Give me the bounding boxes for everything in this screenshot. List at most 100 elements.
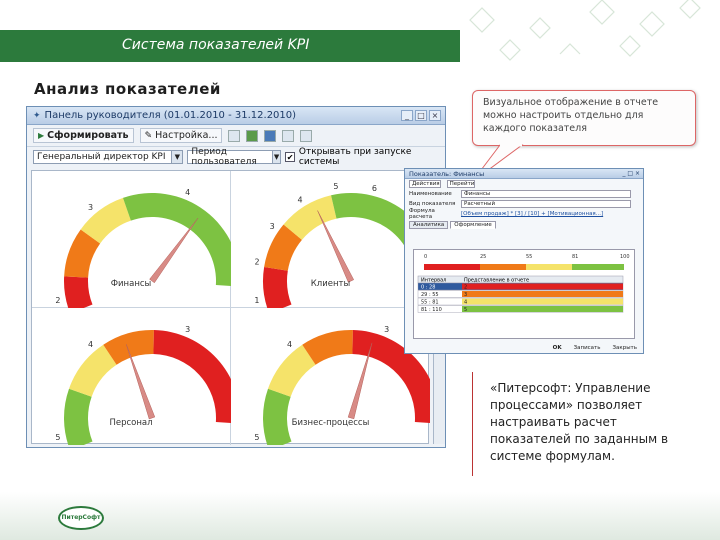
gauge-label: Клиенты [310, 279, 351, 289]
gauge-scale-label: 5 [333, 182, 338, 191]
indicator-window-title: Показатель: Финансы [409, 170, 485, 178]
close-button[interactable]: Закрыть [611, 345, 640, 351]
generate-button[interactable]: ▶ Сформировать [33, 128, 134, 143]
table-repr-cell: 4 [464, 300, 467, 306]
chevron-down-icon: ▼ [171, 151, 183, 163]
print-icon[interactable] [228, 129, 241, 142]
minimize-button[interactable]: _ [401, 110, 413, 121]
indicator-window-titlebar: Показатель: Финансы _ □ × [405, 169, 643, 179]
window-title: Панель руководителя (01.01.2010 - 31.12.… [44, 110, 297, 121]
period-select[interactable]: Период пользователя ▼ [187, 147, 282, 167]
star-icon: ✦ [33, 110, 41, 121]
ok-button[interactable]: OK [551, 345, 564, 351]
scale-tick: 55 [526, 254, 532, 260]
scale-tick: 100 [620, 254, 630, 260]
menu-goto[interactable]: Перейти [446, 180, 476, 188]
tab-appearance[interactable]: Оформление [450, 221, 496, 229]
tab-analytics[interactable]: Аналитика [409, 221, 449, 229]
description-text: «Питерсофт: Управление процессами» позво… [490, 381, 669, 463]
close-icon[interactable]: _ □ × [622, 169, 640, 179]
callout: Визуальное отображение в отчете можно на… [472, 90, 696, 146]
gauge-scale-label: 3 [384, 325, 389, 334]
footer [0, 492, 720, 540]
field-row: Формула расчета [Объем продаж] * [3] / [… [405, 208, 643, 220]
table-repr-cell: 3 [464, 292, 467, 298]
gauge-scale-label: 2 [254, 257, 259, 266]
export-icon[interactable] [264, 129, 277, 142]
gauge-needle [126, 344, 156, 420]
gauge-band [153, 330, 231, 423]
scale-tick: 25 [480, 254, 486, 260]
gauge-scale-label: 3 [270, 222, 275, 231]
table-interval-cell: 55 : 81 [421, 300, 439, 306]
gauge-scale-label: 4 [287, 340, 292, 349]
open-on-start-label: Открывать при запуске системы [298, 147, 412, 167]
generate-label: Сформировать [47, 130, 129, 141]
scale-tick: 81 [572, 254, 578, 260]
formula-field[interactable]: [Объем продаж] * [3] / [10] + [Мотивацио… [461, 211, 631, 217]
header: Система показателей KPI [0, 0, 720, 62]
table-interval-cell: 0 : 28 [421, 285, 435, 291]
quote-divider [472, 372, 473, 476]
table-body: 0 : 28 2 29 : 55 3 55 : 81 4 81 : 110 5 [417, 282, 624, 313]
wrench-icon: ✎ [144, 130, 153, 141]
table-color-cell [462, 306, 623, 312]
maximize-button[interactable]: □ [415, 110, 427, 121]
close-button[interactable]: × [429, 110, 441, 121]
gauge-scale-label: 4 [88, 340, 93, 349]
help-icon[interactable] [300, 129, 313, 142]
gauge-personnel: 5432 Персонал [32, 308, 231, 445]
header-title: Система показателей KPI [122, 37, 310, 53]
gauge-band [64, 388, 93, 445]
kind-field[interactable]: Расчетный [461, 200, 631, 208]
field-label: Наименование [409, 191, 452, 197]
indicator-select[interactable]: Генеральный директор KPI ▼ [33, 150, 184, 164]
play-icon: ▶ [38, 131, 45, 140]
table-repr-cell: 5 [464, 307, 467, 313]
gauge-band [122, 193, 231, 286]
open-on-start-checkbox[interactable]: ✔ [285, 152, 295, 162]
table-interval-cell: 29 : 55 [421, 292, 439, 298]
table-header-cell: Представление в отчете [464, 278, 529, 284]
gauge-business-processes: 5432 Бизнес-процессы [231, 308, 430, 445]
scale-tick: 0 [424, 254, 427, 260]
scale-band-green [572, 264, 624, 270]
settings-label: Настройка... [155, 130, 218, 141]
scale-and-table: 0 25 55 81 100 Интервал Представление в … [417, 254, 630, 313]
settings-button[interactable]: ✎ Настройка... [139, 128, 223, 143]
table-repr-cell: 2 [464, 285, 467, 291]
save-button[interactable]: Записать [572, 345, 603, 351]
chevron-down-icon: ▼ [271, 151, 281, 163]
table-color-cell [462, 283, 623, 290]
menu-actions[interactable]: Действия [409, 180, 441, 188]
save-icon[interactable] [246, 129, 259, 142]
indicator-buttons: OK Записать Закрыть [551, 345, 639, 351]
appearance-panel: 0 25 55 81 100 Интервал Представление в … [413, 249, 635, 339]
gauge-needle [317, 210, 355, 283]
scale-band-orange [480, 264, 526, 270]
gauge-scale-label: 4 [185, 188, 190, 197]
header-pattern [469, 0, 701, 61]
gauge-scale-label: 1 [254, 296, 259, 305]
indicator-menu: Действия Перейти [405, 179, 643, 189]
field-label: Формула расчета [409, 208, 435, 220]
gauge-needle [149, 217, 199, 284]
field-row: Наименование Финансы [405, 189, 643, 199]
window-titlebar: ✦ Панель руководителя (01.01.2010 - 31.1… [27, 107, 445, 125]
section-title: Анализ показателей [34, 80, 221, 98]
scale-band-red [424, 264, 480, 270]
gauge-scale-label: 6 [372, 184, 377, 193]
gauge-scale-label: 3 [88, 203, 93, 212]
indicator-value: Генеральный директор KPI [37, 152, 166, 162]
period-value: Период пользователя [191, 147, 257, 167]
gauge-label: Персонал [109, 418, 153, 428]
table-color-cell [462, 298, 623, 305]
name-field[interactable]: Финансы [461, 190, 631, 198]
refresh-icon[interactable] [282, 129, 295, 142]
field-label: Вид показателя [409, 201, 456, 207]
table-color-cell [462, 291, 623, 297]
gauge-clients: 123456789 Клиенты [231, 171, 430, 308]
gauge-scale-label: 5 [254, 433, 259, 442]
gauge-scale-label: 2 [55, 296, 60, 305]
gauge-label: Финансы [110, 279, 152, 289]
